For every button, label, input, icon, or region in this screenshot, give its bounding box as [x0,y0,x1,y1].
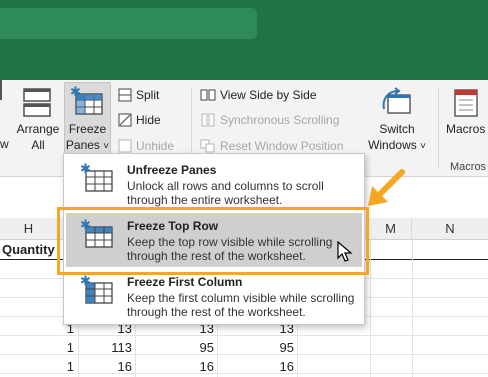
search-box[interactable] [0,8,257,39]
chevron-down-icon: ˅ [103,141,110,152]
svg-text:✱: ✱ [70,86,81,100]
ribbon-divider [438,88,439,168]
gridline [412,240,413,377]
ribbon-partial-label: w [0,137,9,151]
view-side-by-side-button[interactable]: View Side by Side [200,86,317,104]
freeze-panes-icon: ✱ [70,85,103,115]
menu-item-freeze-first-column[interactable]: ✱ Freeze First Column Keep the first col… [66,269,362,323]
arrow-annotation [368,169,405,206]
sync-scroll-icon [201,113,215,127]
synchronous-scrolling-button[interactable]: Synchronous Scrolling [200,111,339,129]
menu-item-title: Unfreeze Panes [127,163,217,177]
table-cell[interactable]: 1 [44,339,74,357]
sync-scroll-label: Synchronous Scrolling [220,113,340,127]
mouse-cursor-icon [337,241,353,262]
switch-label-2: Windows [368,138,417,152]
unhide-label: Unhide [136,139,175,153]
switch-windows-icon [382,87,411,114]
highlight-frame [57,207,369,275]
hide-button[interactable]: Hide [118,111,161,129]
arrange-label-1: Arrange [16,122,60,136]
unhide-icon [118,139,132,153]
table-cell[interactable]: 113 [84,339,132,357]
macros-label: Macros [446,122,486,136]
column-header-h[interactable]: H [0,218,58,240]
table-cell[interactable]: 16 [160,358,214,376]
split-icon [118,88,132,102]
menu-item-title: Freeze First Column [127,275,243,289]
gridline [370,240,371,377]
freeze-label-1: Freeze [68,122,107,136]
table-cell[interactable]: 95 [160,339,214,357]
split-button[interactable]: Split [118,86,159,104]
table-cell[interactable]: 1 [44,358,74,376]
switch-label-1: Switch [379,122,415,136]
title-bar [0,0,488,80]
freeze-first-column-icon: ✱ [80,275,113,304]
arrange-icon [23,88,51,117]
view-side-label: View Side by Side [220,88,317,102]
table-cell[interactable]: 16 [84,358,132,376]
menu-item-description: Keep the first column visible while scro… [127,291,355,319]
macros-button[interactable] [452,87,482,122]
arrange-label-2: All [31,138,45,152]
svg-text:✱: ✱ [80,275,91,289]
quantity-header-cell[interactable]: Quantity [2,241,55,259]
arrange-all-button[interactable] [21,87,53,122]
column-header-m[interactable]: M [370,218,412,240]
chevron-down-icon: ˅ [420,141,426,152]
reset-position-label: Reset Window Position [220,139,344,153]
menu-item-unfreeze-panes[interactable]: ✱ Unfreeze Panes Unlock all rows and col… [66,157,362,211]
macros-icon [454,89,478,117]
unfreeze-panes-icon: ✱ [80,163,113,192]
freeze-label-2: Panes [65,138,100,152]
menu-item-description: Unlock all rows and columns to scroll th… [127,179,324,207]
column-header-n[interactable]: N [412,218,488,240]
view-side-icon [200,89,216,101]
table-cell[interactable]: 95 [240,339,294,357]
freeze-panes-icon-wrap: ✱ [70,85,104,121]
svg-text:✱: ✱ [80,163,91,177]
hide-label: Hide [136,113,161,127]
hide-icon [118,113,132,127]
partial-icon [0,80,2,100]
reset-position-icon [200,139,215,153]
table-cell[interactable]: 16 [240,358,294,376]
switch-windows-button[interactable] [380,87,414,122]
split-label: Split [136,88,160,102]
macros-group-label: Macros [450,161,487,173]
